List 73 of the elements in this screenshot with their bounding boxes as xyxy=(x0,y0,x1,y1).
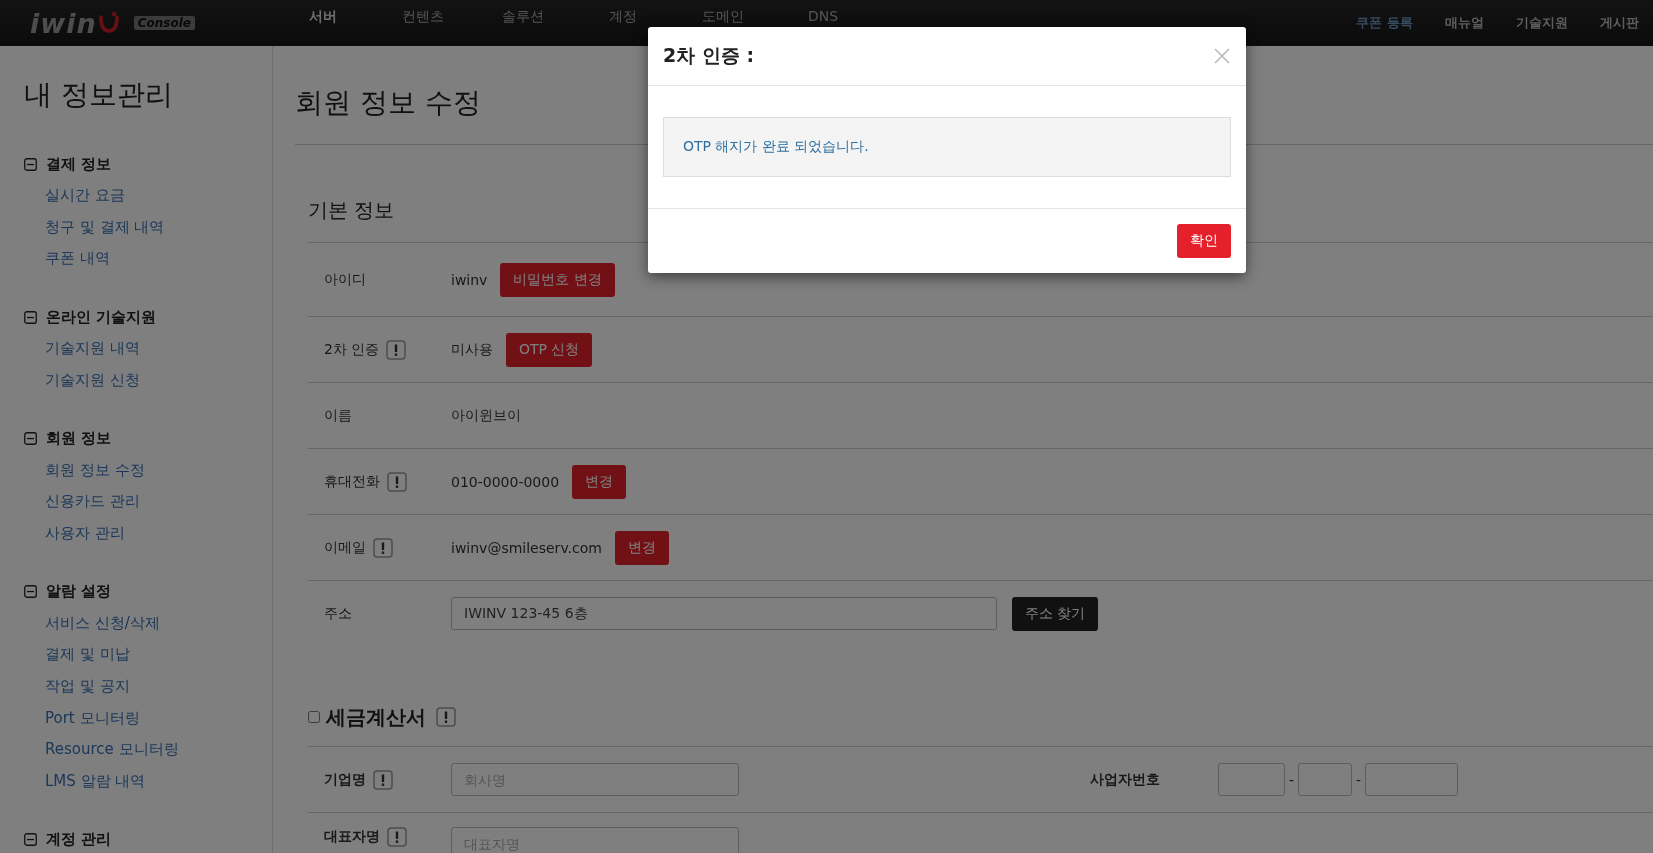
sidebar-item[interactable]: 기술지원 신청 xyxy=(24,364,272,397)
nav-item[interactable]: 계정 xyxy=(573,8,673,25)
nav-item[interactable]: 도메인 xyxy=(673,8,773,25)
nav-item[interactable]: 솔루션 xyxy=(473,8,573,25)
separator: - xyxy=(1356,771,1362,788)
sidebar-group[interactable]: 계정 관리 xyxy=(46,830,112,850)
sidebar-item[interactable]: Port 모니터링 xyxy=(24,702,272,735)
sidebar-item[interactable]: 청구 및 결제 내역 xyxy=(24,211,272,244)
alert-icon[interactable] xyxy=(373,769,393,790)
change-button[interactable]: 변경 xyxy=(572,464,627,499)
field-value: iwinv@smileserv.com xyxy=(451,539,602,556)
field-label: 아이디 xyxy=(324,270,366,289)
field-label: 대표자명 xyxy=(324,828,380,846)
sidebar-group[interactable]: 온라인 기술지원 xyxy=(46,307,157,327)
field-value: 010-0000-0000 xyxy=(451,473,560,490)
collapse-icon[interactable] xyxy=(24,432,37,445)
sidebar-group[interactable]: 회원 정보 xyxy=(46,429,112,448)
field-label: 휴대전화 xyxy=(324,472,380,491)
alert-icon[interactable] xyxy=(387,827,407,847)
nav-item[interactable]: 서버 xyxy=(273,8,373,25)
sidebar-item[interactable]: 회원 정보 수정 xyxy=(24,454,272,487)
collapse-icon[interactable] xyxy=(24,833,37,847)
field-value: 아이윈브이 xyxy=(451,406,521,425)
sidebar-item[interactable]: 작업 및 공지 xyxy=(24,671,272,703)
field-label: 주소 xyxy=(324,604,352,623)
section-title: 세금계산서 xyxy=(326,703,426,731)
field-label: 이름 xyxy=(324,406,352,425)
collapse-icon[interactable] xyxy=(24,585,37,599)
sidebar-item[interactable]: 기술지원 내역 xyxy=(24,333,272,365)
nav-item[interactable]: 컨텐츠 xyxy=(373,8,473,25)
change-button[interactable]: 변경 xyxy=(614,530,669,565)
logo[interactable]: iwin xyxy=(30,7,97,39)
confirm-button[interactable]: 확인 xyxy=(1177,224,1231,258)
header-link[interactable]: 매뉴얼 xyxy=(1445,14,1484,32)
field-label: 이메일 xyxy=(324,538,366,557)
nav-item[interactable]: DNS xyxy=(773,8,873,25)
alert-icon[interactable] xyxy=(373,537,393,558)
sidebar-group[interactable]: 알람 설정 xyxy=(46,582,112,602)
header-link[interactable]: 쿠폰 등록 xyxy=(1356,14,1413,32)
change-button[interactable]: 비밀번호 변경 xyxy=(500,262,615,297)
sidebar-item[interactable]: 신용카드 관리 xyxy=(24,486,272,518)
separator: - xyxy=(1289,771,1295,788)
smile-icon xyxy=(97,11,120,35)
business-number-field[interactable] xyxy=(1298,763,1353,796)
field-label: 2차 인증 xyxy=(324,340,380,359)
sidebar-group[interactable]: 결제 정보 xyxy=(46,154,112,174)
alert-icon[interactable] xyxy=(386,339,407,360)
field-label: 기업명 xyxy=(324,770,366,789)
business-number-field[interactable] xyxy=(1365,763,1459,796)
business-number-field[interactable] xyxy=(1218,763,1285,796)
sidebar-item[interactable]: 쿠폰 내역 xyxy=(24,243,272,276)
alert-icon[interactable] xyxy=(387,471,407,492)
sidebar-item[interactable]: Resource 모니터링 xyxy=(24,734,272,767)
header-link[interactable]: 게시판 xyxy=(1600,14,1639,32)
sidebar-item[interactable]: 사용자 관리 xyxy=(24,517,272,550)
change-button[interactable]: OTP 신청 xyxy=(506,332,593,367)
field-label: 사업자번호 xyxy=(1090,770,1161,789)
alert-icon[interactable] xyxy=(436,707,456,727)
section-title: 기본 정보 xyxy=(308,197,395,224)
address-field[interactable]: IWINV 123-45 6층 xyxy=(451,597,997,630)
sidebar-item[interactable]: 서비스 신청/삭제 xyxy=(24,607,272,640)
field-value: iwinv xyxy=(451,271,488,288)
tax-checkbox[interactable] xyxy=(308,711,320,723)
header-link[interactable]: 기술지원 xyxy=(1516,14,1568,32)
collapse-icon[interactable] xyxy=(24,310,37,324)
sidebar-item[interactable]: 실시간 요금 xyxy=(24,180,272,212)
field-value: 미사용 xyxy=(451,340,493,359)
sidebar-title: 내 정보관리 xyxy=(24,77,174,113)
sidebar-item[interactable]: LMS 알람 내역 xyxy=(24,766,272,798)
sidebar-item[interactable]: 결제 및 미납 xyxy=(24,639,272,672)
address-search-button[interactable]: 주소 찾기 xyxy=(1012,596,1099,631)
collapse-icon[interactable] xyxy=(24,157,37,171)
modal-title: 2차 인증 : xyxy=(663,43,755,68)
